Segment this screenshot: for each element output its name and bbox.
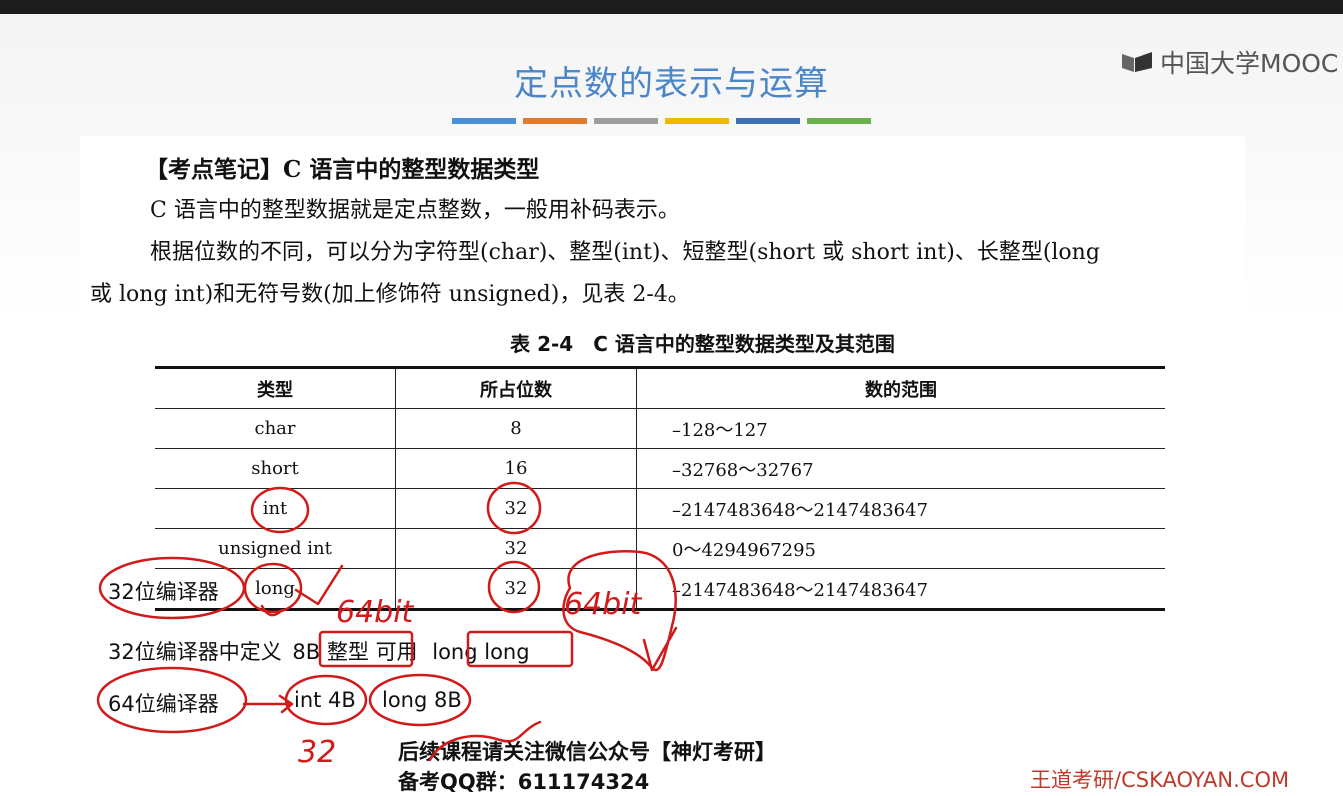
mooc-logo: 中国大学MOOC [1120,44,1338,80]
cell-range: 0～4294967295 [636,528,1165,569]
paragraph-3: 或 long int)和无符号数(加上修饰符 unsigned)，见表 2-4。 [90,282,690,307]
cell-type: short [155,448,396,489]
mooc-logo-icon [1122,52,1152,72]
textbook-excerpt: 【考点笔记】C 语言中的整型数据类型 C 语言中的整型数据就是定点整数，一般用补… [80,136,1245,616]
table-row: char 8 –128～127 [155,408,1165,449]
compiler64-label: 64位编译器 [108,692,219,716]
note-line1-prefix: 32位编译器中定义 [108,640,282,664]
paragraph-1: C 语言中的整型数据就是定点整数，一般用补码表示。 [150,198,680,223]
cell-bits: 8 [395,408,637,449]
header-bits: 所占位数 [395,366,637,409]
table-row: short 16 –32768～32767 [155,448,1165,489]
table-row: int 32 –2147483648～2147483647 [155,488,1165,529]
cell-range: –32768～32767 [636,448,1165,489]
accent-bar-2 [523,118,587,124]
accent-bar-4 [665,118,729,124]
accent-bar-6 [807,118,871,124]
footer-wechat-line: 后续课程请关注微信公众号【神灯考研】 [398,740,776,764]
header-type: 类型 [155,366,396,409]
accent-bar-1 [452,118,516,124]
table-caption: 表 2-4 C 语言中的整型数据类型及其范围 [510,332,895,356]
watermark-text: 王道考研/CSKAOYAN.COM [1030,768,1290,792]
footer-qq-line: 备考QQ群：611174324 [398,770,650,794]
integer-types-table: 类型 所占位数 数的范围 char 8 –128～127 short 16 –3… [155,366,1165,611]
cell-type: unsigned int [155,528,396,569]
cell-type: int [155,488,396,529]
compiler32-label: 32位编译器 [108,580,219,604]
cell-bits: 32 [395,528,637,569]
note-line1-box2: long long [432,640,530,664]
note-line-1: 32位编译器中定义 8B 整型 可用 long long [108,636,530,666]
cell-bits: 32 [395,568,637,611]
table-row: long 32 –2147483648～2147483647 [155,568,1165,611]
paragraph-2: 根据位数的不同，可以分为字符型(char)、整型(int)、短整型(short … [150,240,1100,265]
accent-bar-5 [736,118,800,124]
top-black-bar [0,0,1343,14]
table-header-row: 类型 所占位数 数的范围 [155,366,1165,409]
table-row: unsigned int 32 0～4294967295 [155,528,1165,569]
section-heading: 【考点笔记】C 语言中的整型数据类型 [145,156,540,183]
note-long-8b: long 8B [382,688,462,712]
cell-bits: 32 [395,488,637,529]
cell-range: –2147483648～2147483647 [636,568,1165,611]
accent-bar-3 [594,118,658,124]
cell-range: –128～127 [636,408,1165,449]
mooc-logo-text: 中国大学MOOC [1160,49,1339,78]
note-line1-box1: 8B 整型 [292,640,369,664]
cell-bits: 16 [395,448,637,489]
note-line1-mid: 可用 [375,640,418,664]
cell-type: char [155,408,396,449]
header-range: 数的范围 [636,366,1165,409]
cell-range: –2147483648～2147483647 [636,488,1165,529]
note-int-4b: int 4B [294,688,356,712]
